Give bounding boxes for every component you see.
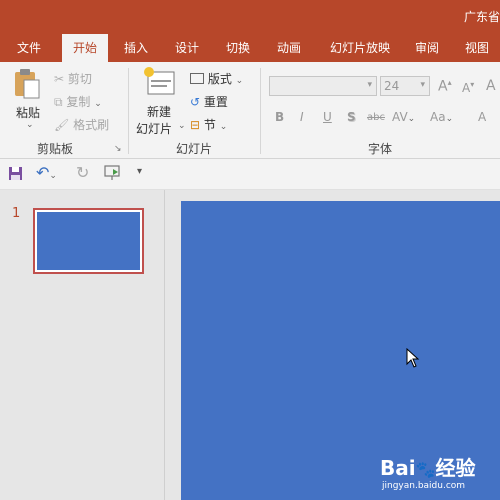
repeat-icon: ↻ bbox=[76, 163, 90, 182]
tab-slideshow[interactable]: 幻灯片放映 bbox=[322, 34, 398, 62]
quick-access-toolbar: ↶⌄ ↻ ▾ bbox=[0, 159, 500, 190]
slide-number: 1 bbox=[12, 206, 21, 221]
chevron-down-icon: ⌄ bbox=[219, 122, 228, 132]
copy-label: 复制 bbox=[66, 95, 91, 109]
italic-button[interactable]: I bbox=[300, 110, 304, 124]
underline-icon: U bbox=[323, 110, 332, 124]
slideshow-icon bbox=[104, 165, 120, 180]
cut-label: 剪切 bbox=[67, 72, 92, 86]
chevron-down-icon: ⌄ bbox=[49, 171, 57, 181]
title-bar: 广东省 bbox=[0, 0, 500, 34]
paste-label: 粘贴 bbox=[16, 106, 41, 120]
customize-qat-icon[interactable]: ▾ bbox=[137, 166, 142, 177]
new-slide-icon bbox=[144, 67, 175, 95]
group-divider bbox=[128, 68, 129, 154]
chevron-down-icon: ⌄ bbox=[445, 114, 454, 124]
strikethrough-icon: abc bbox=[367, 112, 385, 123]
reset-label: 重置 bbox=[203, 95, 228, 109]
cut-button[interactable]: ✂ 剪切 bbox=[54, 70, 92, 87]
shrink-font-button[interactable]: A▾ bbox=[462, 80, 474, 95]
chevron-down-icon: ⌄ bbox=[178, 121, 186, 131]
save-icon bbox=[9, 167, 22, 180]
slide-thumbnail[interactable] bbox=[33, 208, 144, 274]
copy-button[interactable]: ⧉ 复制 ⌄ bbox=[54, 93, 102, 110]
slide-thumbnail-content bbox=[37, 212, 140, 270]
section-label: 节 bbox=[203, 118, 216, 132]
undo-icon: ↶ bbox=[36, 163, 50, 182]
scissors-icon: ✂ bbox=[54, 72, 65, 86]
font-group-label: 字体 bbox=[368, 142, 393, 156]
font-color-icon: A bbox=[478, 110, 487, 124]
pane-divider[interactable] bbox=[164, 190, 165, 500]
bold-button[interactable]: B bbox=[275, 110, 284, 124]
tab-file[interactable]: 文件 bbox=[4, 34, 54, 62]
section-icon: ⊟ bbox=[190, 118, 201, 132]
character-spacing-button[interactable]: AV⌄ bbox=[392, 110, 415, 124]
baidu-watermark: Bai🐾经验 jingyan.baidu.com bbox=[380, 452, 476, 491]
shadow-icon: S bbox=[347, 110, 356, 124]
chevron-down-icon: ⌄ bbox=[26, 120, 34, 130]
copy-icon: ⧉ bbox=[54, 95, 63, 109]
clear-formatting-icon: A bbox=[486, 78, 496, 94]
font-size-combo[interactable]: 24 ▾ bbox=[380, 76, 430, 96]
grow-font-icon: A bbox=[438, 78, 448, 95]
reset-button[interactable]: ↺ 重置 bbox=[190, 93, 228, 110]
ribbon-tabs: 文件 开始 插入 设计 切换 动画 幻灯片放映 审阅 视图 bbox=[0, 34, 500, 62]
font-color-button[interactable]: A bbox=[478, 110, 486, 124]
tab-design[interactable]: 设计 bbox=[166, 34, 208, 62]
new-slide-label-line1: 新建 bbox=[147, 105, 172, 119]
mouse-cursor-icon bbox=[406, 348, 420, 368]
font-size-value: 24 bbox=[384, 79, 400, 93]
tab-insert[interactable]: 插入 bbox=[114, 34, 158, 62]
shadow-button[interactable]: S bbox=[347, 110, 356, 124]
paste-button[interactable]: 粘贴 ⌄ bbox=[12, 68, 46, 130]
section-button[interactable]: ⊟ 节 ⌄ bbox=[190, 116, 227, 133]
tab-transitions[interactable]: 切换 bbox=[216, 34, 260, 62]
grow-font-button[interactable]: A▴ bbox=[438, 78, 452, 95]
watermark-brand: Bai bbox=[380, 456, 416, 480]
paste-icon bbox=[15, 69, 40, 99]
layout-label: 版式 bbox=[207, 72, 232, 86]
layout-button[interactable]: 版式 ⌄ bbox=[190, 70, 243, 87]
undo-button[interactable]: ↶⌄ bbox=[36, 163, 57, 182]
underline-button[interactable]: U bbox=[323, 110, 332, 124]
paw-icon: 🐾 bbox=[415, 460, 436, 479]
chevron-down-icon: ⌄ bbox=[235, 76, 244, 86]
bold-icon: B bbox=[275, 110, 285, 124]
chevron-down-icon: ▾ bbox=[367, 80, 372, 90]
watermark-brand-suffix: 经验 bbox=[435, 456, 476, 480]
start-from-beginning-button[interactable] bbox=[104, 165, 122, 184]
clear-formatting-button[interactable]: A bbox=[486, 78, 496, 94]
clipboard-group-label: 剪贴板 bbox=[37, 142, 74, 156]
reset-icon: ↺ bbox=[190, 95, 201, 109]
save-button[interactable] bbox=[8, 166, 23, 184]
format-painter-button[interactable]: 🖌 格式刷 bbox=[54, 116, 109, 133]
new-slide-button[interactable]: 新建 幻灯片 ⌄ bbox=[136, 66, 186, 136]
spacing-icon: AV bbox=[392, 110, 408, 124]
strikethrough-button[interactable]: abc bbox=[367, 112, 385, 123]
format-painter-label: 格式刷 bbox=[73, 118, 110, 132]
window-title: 广东省 bbox=[463, 10, 500, 24]
italic-icon: I bbox=[300, 110, 304, 124]
watermark-url: jingyan.baidu.com bbox=[382, 481, 466, 491]
shrink-font-icon: A bbox=[462, 81, 471, 95]
chevron-down-icon: ▾ bbox=[420, 80, 425, 90]
tab-review[interactable]: 审阅 bbox=[406, 34, 448, 62]
tab-home[interactable]: 开始 bbox=[62, 34, 108, 62]
dialog-launcher-icon[interactable]: ↘ bbox=[114, 144, 122, 154]
new-slide-label-line2: 幻灯片 bbox=[136, 122, 173, 136]
brush-icon: 🖌 bbox=[54, 118, 70, 132]
redo-button[interactable]: ↻ bbox=[76, 163, 89, 182]
tab-view[interactable]: 视图 bbox=[456, 34, 498, 62]
tab-animations[interactable]: 动画 bbox=[268, 34, 310, 62]
font-name-combo[interactable]: ▾ bbox=[269, 76, 377, 96]
layout-icon bbox=[190, 73, 204, 84]
group-divider bbox=[260, 68, 261, 154]
ribbon: 粘贴 ⌄ ✂ 剪切 ⧉ 复制 ⌄ 🖌 格式刷 剪贴板 ↘ 新建 幻灯片 ⌄ 版式… bbox=[0, 62, 500, 159]
change-case-icon: Aa bbox=[430, 110, 446, 124]
chevron-down-icon: ⌄ bbox=[407, 114, 416, 124]
change-case-button[interactable]: Aa⌄ bbox=[430, 110, 453, 124]
slides-group-label: 幻灯片 bbox=[176, 142, 213, 156]
chevron-down-icon: ⌄ bbox=[94, 99, 102, 109]
